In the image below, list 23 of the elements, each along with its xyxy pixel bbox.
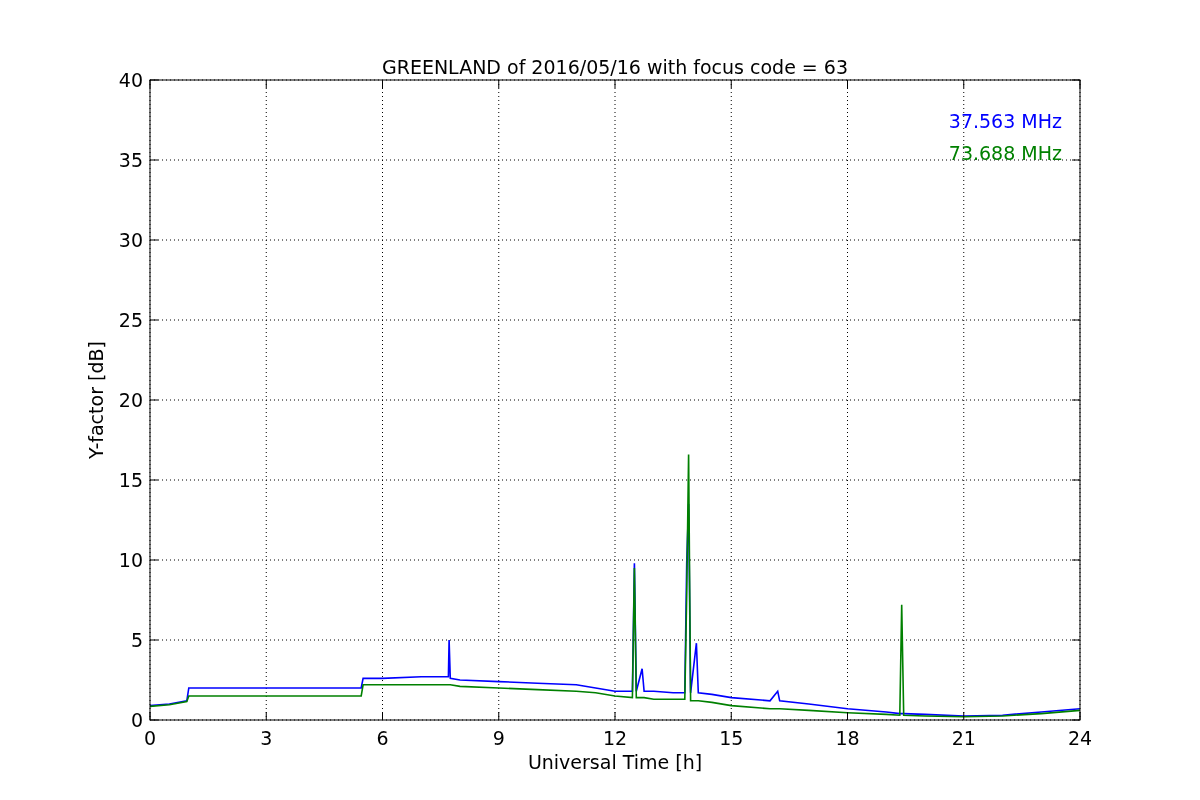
- x-tick-label: 15: [719, 727, 744, 749]
- legend-label: 73.688 MHz: [948, 142, 1062, 164]
- x-tick-label: 6: [376, 727, 389, 749]
- x-tick-label: 3: [260, 727, 273, 749]
- x-tick-label: 21: [951, 727, 976, 749]
- y-tick-label: 25: [118, 309, 143, 331]
- legend-label: 37.563 MHz: [948, 110, 1062, 132]
- y-tick-label: 5: [130, 629, 143, 651]
- y-tick-label: 15: [118, 469, 143, 491]
- y-tick-label: 35: [118, 149, 143, 171]
- y-tick-label: 0: [130, 709, 143, 731]
- y-tick-label: 30: [118, 229, 143, 251]
- x-tick-label: 12: [602, 727, 628, 749]
- x-tick-label: 18: [835, 727, 860, 749]
- x-axis-label: Universal Time [h]: [527, 751, 703, 773]
- x-tick-label: 24: [1067, 727, 1093, 749]
- y-tick-label: 20: [118, 389, 143, 411]
- y-tick-label: 10: [118, 549, 143, 571]
- y-tick-label: 40: [118, 69, 143, 91]
- x-tick-label: 9: [492, 727, 505, 749]
- y-axis-label: Y-factor [dB]: [85, 341, 107, 459]
- x-tick-label: 0: [143, 727, 157, 749]
- chart-title: GREENLAND of 2016/05/16 with focus code = 63: [382, 56, 848, 78]
